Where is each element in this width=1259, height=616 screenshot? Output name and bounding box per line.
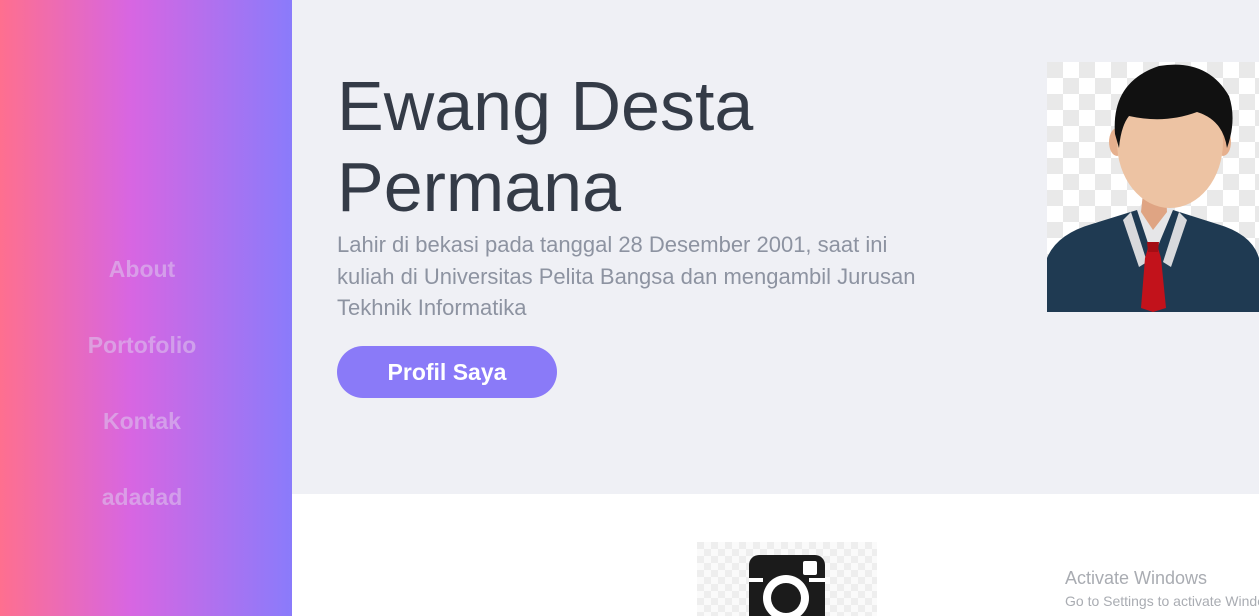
nav-item-adadad[interactable]: adadad [0, 484, 284, 511]
hero-description: Lahir di bekasi pada tanggal 28 Desember… [337, 232, 916, 320]
watermark-subtitle: Go to Settings to activate Windows. [1065, 593, 1259, 609]
watermark-title: Activate Windows [1065, 568, 1208, 588]
nav-item-about[interactable]: About [0, 256, 284, 283]
activate-windows-watermark: Activate Windows Go to Settings to activ… [1065, 567, 1259, 611]
instagram-icon[interactable] [697, 542, 877, 616]
hero-section: Ewang Desta Permana Lahir di bekasi pada… [292, 0, 1259, 494]
nav-item-portofolio[interactable]: Portofolio [0, 332, 284, 359]
page-title: Ewang Desta Permana [337, 67, 754, 226]
profil-saya-button[interactable]: Profil Saya [337, 346, 557, 398]
person-avatar-icon [1047, 62, 1259, 312]
sidebar: About Portofolio Kontak adadad [0, 0, 292, 616]
nav-item-kontak[interactable]: Kontak [0, 408, 284, 435]
